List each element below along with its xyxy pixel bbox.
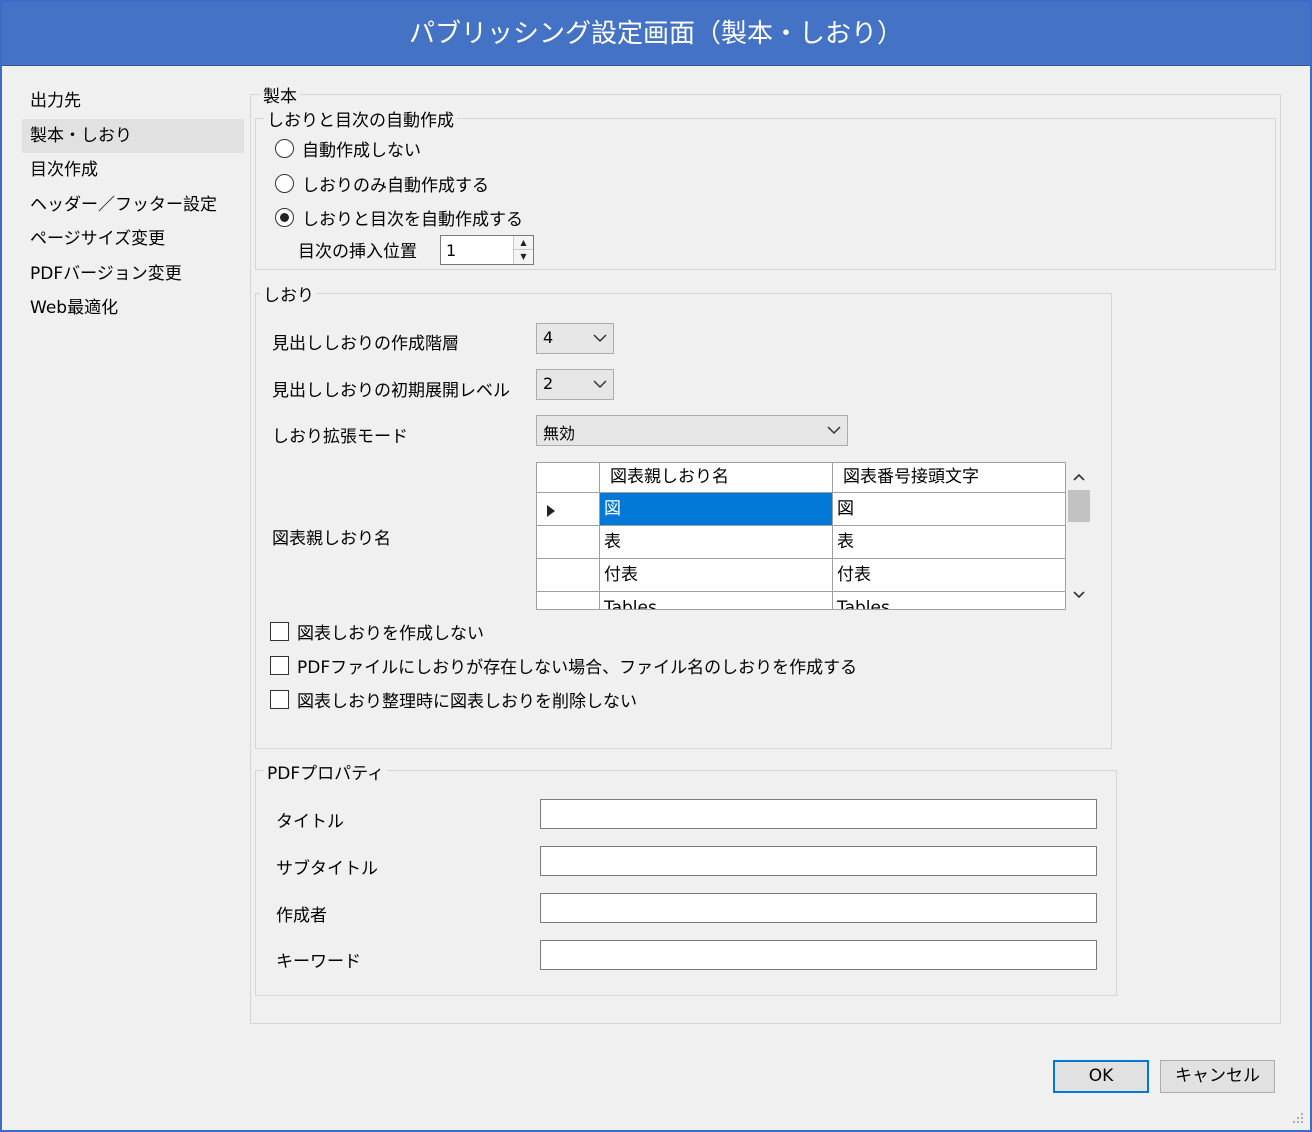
nav-item-web-optimize[interactable]: Web最適化 [22,291,244,326]
toc-position-input[interactable] [441,236,515,264]
radio-bookmark-and-toc[interactable]: しおりと目次を自動作成する [275,205,523,230]
checkbox-label: PDFファイルにしおりが存在しない場合、ファイル名のしおりを作成する [297,658,858,678]
pdf-author-label: 作成者 [276,906,327,926]
grid-cell[interactable]: 図 [600,493,833,526]
radio-label: しおりと目次を自動作成する [302,210,523,230]
checkbox[interactable] [270,622,289,641]
grid-cell[interactable]: 表 [833,526,1065,559]
checkbox-no-figure-bookmark[interactable]: 図表しおりを作成しない [270,619,484,644]
checkbox[interactable] [270,656,289,675]
nav-item-output[interactable]: 出力先 [22,84,244,119]
nav-item-toc[interactable]: 目次作成 [22,153,244,188]
row-header-cell[interactable] [537,559,600,592]
grid-cell[interactable]: Tables [833,592,1065,609]
table-row[interactable]: Tables Tables [537,592,1065,609]
pdf-subtitle-input[interactable] [540,846,1097,876]
extend-mode-select[interactable]: 無効 [536,415,848,446]
auto-create-group-title: しおりと目次の自動作成 [264,106,457,131]
figure-parent-grid[interactable]: 図表親しおり名 図表番号接頭文字 図 図 表 表 付表 付表 Tables Ta… [536,462,1066,610]
nav-item-pdf-version[interactable]: PDFバージョン変更 [22,257,244,292]
radio-button[interactable] [275,139,294,158]
pdf-title-input[interactable] [540,799,1097,829]
heading-level-value: 4 [543,328,554,347]
initial-expand-label: 見出ししおりの初期展開レベル [272,381,510,401]
table-row[interactable]: 図 図 [537,493,1065,526]
extend-mode-label: しおり拡張モード [272,427,408,447]
toc-position-spinner[interactable]: ▲ ▼ [440,235,534,265]
heading-level-label: 見出ししおりの作成階層 [272,334,459,354]
nav-item-page-size[interactable]: ページサイズ変更 [22,222,244,257]
radio-dot [280,213,289,222]
chevron-down-icon [593,380,607,389]
pdf-keywords-input[interactable] [540,940,1097,970]
grid-header-prefix[interactable]: 図表番号接頭文字 [833,463,1065,493]
checkbox-filename-bookmark[interactable]: PDFファイルにしおりが存在しない場合、ファイル名のしおりを作成する [270,653,857,678]
current-row-arrow-icon [547,505,555,517]
chevron-down-icon [827,426,841,435]
scrollbar-thumb[interactable] [1068,490,1090,522]
extend-mode-value: 無効 [543,424,576,443]
pdf-keywords-label: キーワード [276,952,361,972]
pdf-author-input[interactable] [540,893,1097,923]
grid-scrollbar[interactable] [1067,462,1091,610]
radio-button[interactable] [275,174,294,193]
radio-label: しおりのみ自動作成する [302,176,489,196]
radio-bookmark-only[interactable]: しおりのみ自動作成する [275,171,489,196]
initial-expand-value: 2 [543,374,554,393]
row-header-cell[interactable] [537,493,600,526]
pdf-subtitle-label: サブタイトル [276,859,378,879]
row-header-cell[interactable] [537,526,600,559]
toc-position-label: 目次の挿入位置 [298,242,417,262]
bookmark-group-title: しおり [260,281,317,306]
grid-header-row: 図表親しおり名 図表番号接頭文字 [537,463,1065,496]
radio-no-auto[interactable]: 自動作成しない [275,136,421,161]
spin-down-icon[interactable]: ▼ [514,250,533,264]
heading-level-select[interactable]: 4 [536,323,614,354]
chevron-down-icon [593,334,607,343]
chevron-down-icon[interactable] [1067,584,1091,608]
initial-expand-select[interactable]: 2 [536,369,614,400]
grid-cell[interactable]: 付表 [600,559,833,592]
chevron-up-icon[interactable] [1067,466,1091,490]
grid-cell[interactable]: 表 [600,526,833,559]
checkbox[interactable] [270,690,289,709]
grid-cell[interactable]: Tables [600,592,833,609]
nav-item-binding-bookmark[interactable]: 製本・しおり [22,118,244,153]
window-title: パブリッシング設定画面（製本・しおり） [408,19,903,49]
table-row[interactable]: 付表 付表 [537,559,1065,592]
table-row[interactable]: 表 表 [537,526,1065,559]
radio-label: 自動作成しない [302,141,421,161]
settings-nav: 出力先 製本・しおり 目次作成 ヘッダー／フッター設定 ページサイズ変更 PDF… [22,84,244,326]
cancel-button[interactable]: キャンセル [1160,1060,1275,1093]
checkbox-keep-figure-bookmark[interactable]: 図表しおり整理時に図表しおりを削除しない [270,687,637,712]
grid-cell[interactable]: 図 [833,493,1065,526]
figure-parent-label: 図表親しおり名 [272,529,391,549]
checkbox-label: 図表しおりを作成しない [297,624,484,644]
pdf-properties-title: PDFプロパティ [264,759,388,784]
binding-panel-title: 製本 [260,82,300,107]
nav-item-header-footer[interactable]: ヘッダー／フッター設定 [22,188,244,223]
pdf-title-label: タイトル [276,812,344,832]
grid-header-parent-name[interactable]: 図表親しおり名 [600,463,833,493]
resize-grip-icon[interactable] [1292,1112,1304,1124]
checkbox-label: 図表しおり整理時に図表しおりを削除しない [297,692,637,712]
spin-up-icon[interactable]: ▲ [514,236,533,250]
spinner-buttons: ▲ ▼ [513,236,533,264]
dialog-window: パブリッシング設定画面（製本・しおり） 出力先 製本・しおり 目次作成 ヘッダー… [0,0,1312,1132]
grid-cell[interactable]: 付表 [833,559,1065,592]
radio-button-selected[interactable] [275,208,294,227]
row-header-cell[interactable] [537,592,600,609]
ok-button[interactable]: OK [1053,1060,1149,1093]
grid-corner-cell [537,463,600,493]
title-bar: パブリッシング設定画面（製本・しおり） [2,2,1310,66]
